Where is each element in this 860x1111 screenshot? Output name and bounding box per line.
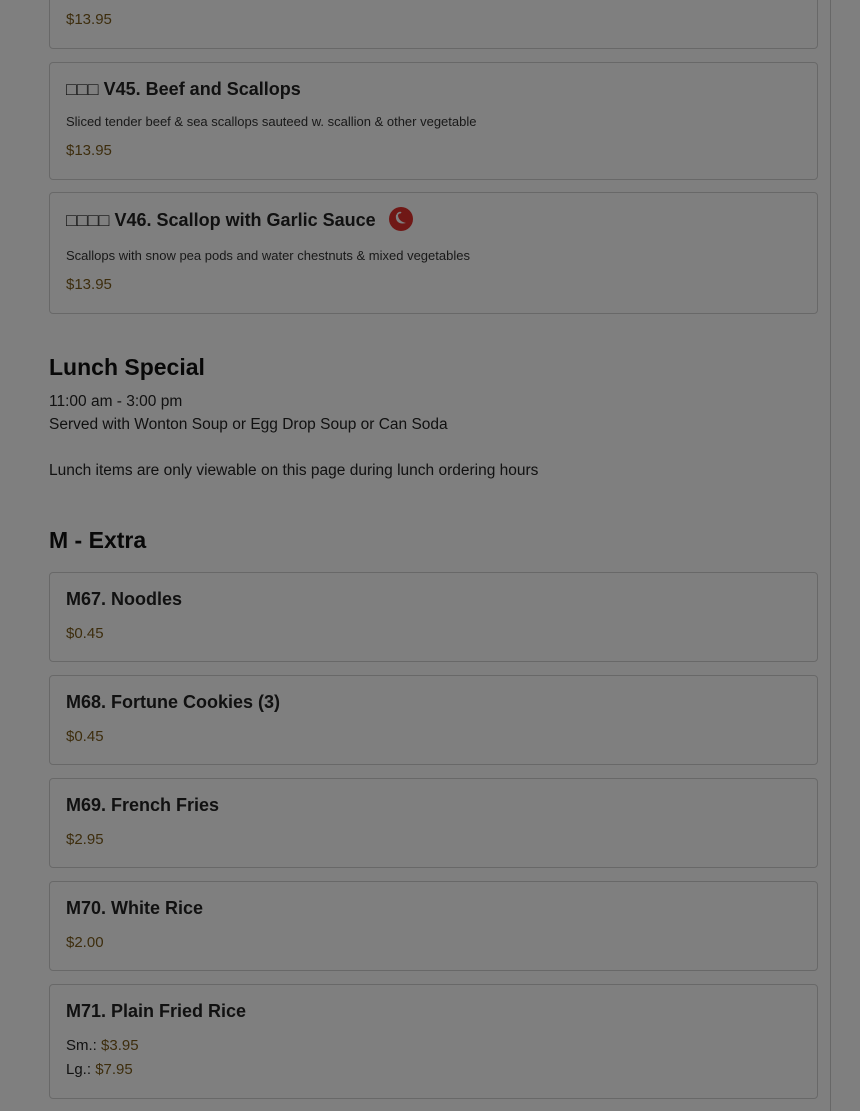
item-description: Sliced tender beef & sea scallops sautee… — [66, 114, 477, 129]
menu-item-card-m68[interactable]: M68. Fortune Cookies (3) $0.45 — [49, 675, 818, 765]
menu-item-card-v46[interactable]: □□□□ V46. Scallop with Garlic Sauce Scal… — [49, 192, 818, 314]
lunch-served-with: Served with Wonton Soup or Egg Drop Soup… — [49, 416, 448, 433]
menu-page: $13.95 □□□ V45. Beef and Scallops Sliced… — [0, 0, 860, 1111]
item-price: $0.45 — [66, 625, 104, 642]
item-name: V46. Scallop with Garlic Sauce — [114, 209, 376, 230]
item-price: $2.00 — [66, 934, 104, 951]
size-label: Lg.: — [66, 1061, 92, 1078]
item-name: V45. Beef and Scallops — [103, 79, 301, 99]
menu-item-card-v44[interactable]: $13.95 — [49, 0, 818, 49]
item-title: □□□ V45. Beef and Scallops — [66, 79, 301, 100]
size-price: $3.95 — [101, 1037, 139, 1054]
menu-item-card-m69[interactable]: M69. French Fries $2.95 — [49, 778, 818, 868]
menu-item-card-m67[interactable]: M67. Noodles $0.45 — [49, 572, 818, 662]
menu-item-card-m71[interactable]: M71. Plain Fried Rice Sm.: $3.95 Lg.: $7… — [49, 984, 818, 1099]
item-price: $13.95 — [66, 11, 112, 28]
chili-pepper-icon — [388, 207, 413, 231]
sidebar-divider — [830, 0, 831, 1111]
menu-item-card-v45[interactable]: □□□ V45. Beef and Scallops Sliced tender… — [49, 62, 818, 180]
item-price-large: Lg.: $7.95 — [66, 1061, 133, 1078]
item-price: $13.95 — [66, 276, 112, 293]
item-chinese-name: □□□□ — [66, 209, 110, 230]
item-description: Scallops with snow pea pods and water ch… — [66, 248, 470, 263]
section-title-lunch-special: Lunch Special — [49, 354, 205, 380]
item-name: M69. French Fries — [66, 795, 220, 815]
item-price: $0.45 — [66, 728, 104, 745]
item-price: $2.95 — [66, 831, 104, 848]
item-title: □□□□ V46. Scallop with Garlic Sauce — [66, 207, 413, 233]
size-label: Sm.: — [66, 1037, 97, 1054]
item-name: M68. Fortune Cookies (3) — [66, 692, 281, 712]
item-name: M70. White Rice — [66, 898, 204, 918]
section-title-extra: M - Extra — [49, 527, 147, 553]
lunch-hours: 11:00 am - 3:00 pm — [49, 393, 183, 410]
lunch-availability-notice: Lunch items are only viewable on this pa… — [49, 462, 539, 479]
item-price-small: Sm.: $3.95 — [66, 1037, 139, 1054]
item-name: M71. Plain Fried Rice — [66, 1001, 247, 1021]
item-name: M67. Noodles — [66, 589, 183, 609]
item-price: $13.95 — [66, 142, 112, 159]
menu-item-card-m70[interactable]: M70. White Rice $2.00 — [49, 881, 818, 971]
item-chinese-name: □□□ — [66, 79, 99, 99]
size-price: $7.95 — [95, 1061, 133, 1078]
